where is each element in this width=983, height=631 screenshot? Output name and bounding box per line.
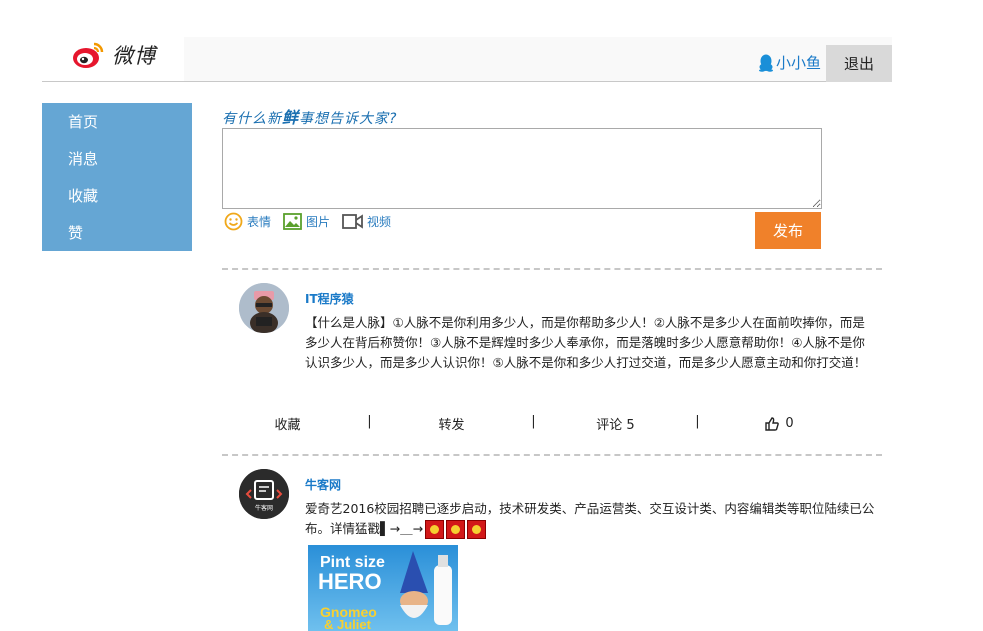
emoji-icon bbox=[467, 520, 487, 539]
composer-input[interactable] bbox=[222, 128, 822, 209]
monkey-avatar-icon bbox=[239, 283, 289, 333]
sidebar-item-messages[interactable]: 消息 bbox=[42, 144, 192, 181]
logo-text: 微博 bbox=[112, 44, 156, 68]
video-tool-label: 视频 bbox=[367, 215, 392, 229]
image-icon bbox=[283, 213, 302, 230]
comment-button[interactable]: 评论 5 bbox=[550, 414, 681, 433]
gnome-illustration-icon bbox=[400, 551, 452, 625]
post-author[interactable]: IT程序猿 bbox=[305, 290, 354, 307]
weibo-logo[interactable]: 微博 bbox=[72, 40, 156, 70]
publish-button[interactable]: 发布 bbox=[755, 212, 821, 249]
post-actions: 收藏 | 转发 | 评论 5 | 0 bbox=[222, 414, 882, 433]
forward-button[interactable]: 转发 bbox=[386, 414, 517, 433]
avatar[interactable] bbox=[239, 283, 289, 333]
smile-icon bbox=[224, 212, 243, 231]
post-author[interactable]: 牛客网 bbox=[305, 476, 341, 493]
emoji-tool-label: 表情 bbox=[247, 215, 272, 229]
emoji-icon bbox=[425, 520, 445, 539]
composer-prompt-post: 事想告诉大家? bbox=[299, 111, 398, 127]
action-separator: | bbox=[695, 414, 700, 429]
emoji-tool[interactable]: 表情 bbox=[224, 212, 271, 231]
emoji-icon bbox=[446, 520, 466, 539]
image-tool[interactable]: 图片 bbox=[283, 213, 330, 230]
video-tool[interactable]: 视频 bbox=[342, 213, 391, 230]
feed-divider bbox=[222, 454, 882, 456]
image-tool-label: 图片 bbox=[306, 215, 331, 229]
like-button[interactable]: 0 bbox=[714, 414, 845, 433]
weibo-logo-icon bbox=[73, 42, 104, 68]
logout-button[interactable]: 退出 bbox=[826, 45, 892, 82]
thumbs-up-icon bbox=[765, 416, 780, 431]
header-divider bbox=[42, 81, 892, 82]
username: 小小鱼 bbox=[775, 54, 821, 72]
sidebar: 首页 消息 收藏 赞 bbox=[42, 103, 192, 251]
favorite-button[interactable]: 收藏 bbox=[222, 414, 353, 433]
composer-prompt-emph: 鲜 bbox=[282, 108, 300, 127]
qq-penguin-icon bbox=[758, 54, 773, 72]
like-count: 0 bbox=[785, 416, 794, 431]
sidebar-item-favorites[interactable]: 收藏 bbox=[42, 181, 192, 218]
action-separator: | bbox=[531, 414, 536, 429]
poster-title-2: HERO bbox=[318, 569, 382, 594]
sidebar-item-home[interactable]: 首页 bbox=[42, 107, 192, 144]
user-link[interactable]: 小小鱼 bbox=[758, 52, 821, 73]
video-icon bbox=[342, 214, 363, 229]
sidebar-item-likes[interactable]: 赞 bbox=[42, 218, 192, 255]
post-text-body: 爱奇艺2016校园招聘已逐步启动，技术研发类、产品运营类、交互设计类、内容编辑类… bbox=[305, 501, 875, 536]
post-text: 【什么是人脉】①人脉不是你利用多少人，而是你帮助多少人！②人脉不是多少人在面前吹… bbox=[305, 315, 867, 370]
composer-prompt: 有什么新鲜事想告诉大家? bbox=[222, 104, 397, 128]
post-image[interactable]: Pint size HERO Gnomeo & Juliet bbox=[308, 545, 458, 631]
composer-prompt-pre: 有什么新 bbox=[222, 111, 282, 127]
avatar-label: 牛客网 bbox=[254, 505, 273, 512]
poster-title-4: & Juliet bbox=[324, 617, 371, 631]
post-text: 爱奇艺2016校园招聘已逐步启动，技术研发类、产品运营类、交互设计类、内容编辑类… bbox=[305, 499, 875, 539]
feed-divider bbox=[222, 268, 882, 270]
composer-tools: 表情 图片 视频 bbox=[224, 212, 395, 231]
action-separator: | bbox=[367, 414, 372, 429]
